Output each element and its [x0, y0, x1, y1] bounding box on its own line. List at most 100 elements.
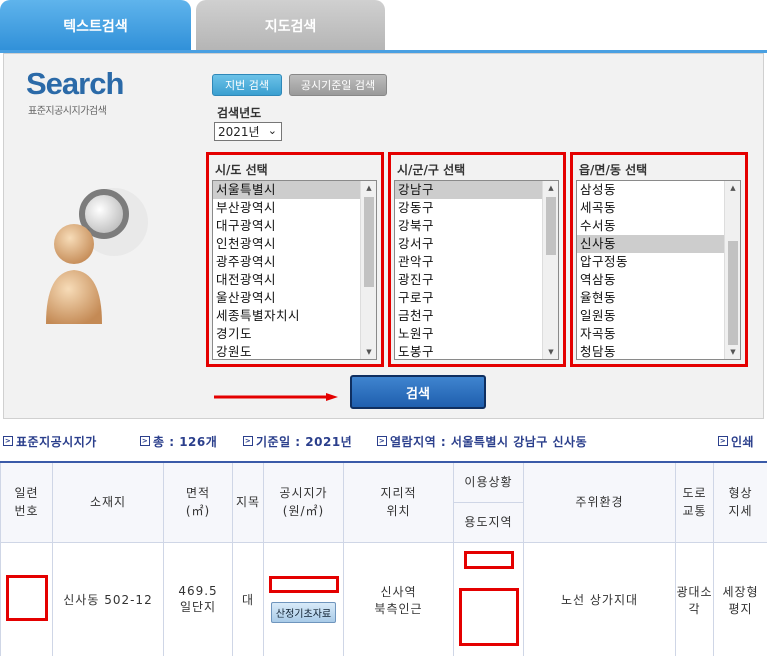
calc-basis-button[interactable]: 산정기초자료: [270, 602, 337, 623]
parcel-search-button[interactable]: 지번 검색: [212, 74, 282, 96]
list-item[interactable]: 도봉구: [395, 343, 558, 359]
search-year-select[interactable]: 2021년 ⌄: [214, 122, 282, 141]
cell-address: 신사동 502-12: [52, 541, 164, 656]
scrollbar-thumb[interactable]: [546, 197, 556, 255]
list-item[interactable]: 강서구: [395, 235, 558, 253]
list-item[interactable]: 일원동: [577, 307, 740, 325]
sigungu-select-title: 시/군/구 선택: [397, 163, 466, 177]
list-item[interactable]: 자곡동: [577, 325, 740, 343]
list-item[interactable]: 압구정동: [577, 253, 740, 271]
cell-surroundings: 노선 상가지대: [523, 541, 676, 656]
list-item[interactable]: 강동구: [395, 199, 558, 217]
search-year-value: 2021년: [218, 125, 260, 139]
tab-map-search[interactable]: 지도검색: [196, 0, 385, 52]
cell-serial: [0, 541, 53, 656]
list-item[interactable]: 신사동: [577, 235, 740, 253]
info-total: > 총 : 126개: [140, 434, 218, 449]
redacted-box: [5, 575, 48, 621]
red-arrow-icon: [214, 393, 338, 401]
cell-price: 산정기초자료: [263, 541, 344, 656]
list-item[interactable]: 대구광역시: [213, 217, 376, 235]
list-item[interactable]: 역삼동: [577, 271, 740, 289]
header-category: 지목: [232, 461, 264, 543]
chevron-right-icon: >: [243, 436, 253, 446]
info-region: > 열람지역 : 서울특별시 강남구 신사동: [377, 434, 588, 449]
header-address: 소재지: [52, 461, 164, 543]
search-button[interactable]: 검색: [350, 375, 486, 409]
scrollbar[interactable]: ▲ ▼: [360, 181, 376, 359]
cell-area: 469.5 일단지: [163, 541, 233, 656]
header-shape: 형상 지세: [713, 461, 767, 543]
print-link[interactable]: > 인쇄: [718, 433, 754, 449]
scroll-down-icon[interactable]: ▼: [361, 345, 376, 359]
list-item[interactable]: 세곡동: [577, 199, 740, 217]
sigungu-select-box: 시/군/구 선택 강남구 강동구 강북구 강서구 관악구 광진구 구로구 금천구…: [388, 152, 566, 367]
redacted-box: [458, 587, 519, 646]
chevron-right-icon: >: [3, 436, 13, 446]
header-zone: 용도지역: [453, 501, 524, 543]
sido-select-title: 시/도 선택: [215, 163, 268, 177]
cell-location: 신사역 북측인근: [343, 541, 454, 656]
scroll-up-icon[interactable]: ▲: [543, 181, 558, 195]
scroll-down-icon[interactable]: ▼: [543, 345, 558, 359]
chevron-right-icon: >: [140, 436, 150, 446]
header-serial: 일련 번호: [0, 461, 53, 543]
sido-select-box: 시/도 선택 서울특별시 부산광역시 대구광역시 인천광역시 광주광역시 대전광…: [206, 152, 384, 367]
eupmyeondong-listbox[interactable]: 삼성동 세곡동 수서동 신사동 압구정동 역삼동 율현동 일원동 자곡동 청담동…: [576, 180, 741, 360]
cell-category: 대: [232, 541, 264, 656]
header-price: 공시지가 (원/㎡): [263, 461, 344, 543]
info-base-date: > 기준일 : 2021년: [243, 434, 353, 449]
list-item[interactable]: 청담동: [577, 343, 740, 359]
scrollbar-thumb[interactable]: [364, 197, 374, 287]
eupmyeondong-select-title: 읍/면/동 선택: [579, 163, 648, 177]
scroll-up-icon[interactable]: ▲: [361, 181, 376, 195]
cell-road: 광대소각: [675, 541, 714, 656]
search-year-label: 검색년도: [217, 106, 262, 120]
header-usage: 이용상황: [453, 461, 524, 503]
list-item[interactable]: 강북구: [395, 217, 558, 235]
eupmyeondong-select-box: 읍/면/동 선택 삼성동 세곡동 수서동 신사동 압구정동 역삼동 율현동 일원…: [570, 152, 748, 367]
redacted-box: [268, 576, 339, 593]
sido-listbox[interactable]: 서울특별시 부산광역시 대구광역시 인천광역시 광주광역시 대전광역시 울산광역…: [212, 180, 377, 360]
list-item[interactable]: 울산광역시: [213, 289, 376, 307]
list-item[interactable]: 강원도: [213, 343, 376, 359]
list-item[interactable]: 강남구: [395, 181, 558, 199]
list-item[interactable]: 경기도: [213, 325, 376, 343]
header-road: 도로 교통: [675, 461, 714, 543]
list-item[interactable]: 광주광역시: [213, 253, 376, 271]
scrollbar[interactable]: ▲ ▼: [724, 181, 740, 359]
land-price-table: 일련 번호 소재지 면적 (㎡) 지목 공시지가 (원/㎡) 지리적 위치 이용…: [0, 461, 767, 656]
header-surroundings: 주위환경: [523, 461, 676, 543]
header-location: 지리적 위치: [343, 461, 454, 543]
list-item[interactable]: 금천구: [395, 307, 558, 325]
header-area: 면적 (㎡): [163, 461, 233, 543]
list-item[interactable]: 부산광역시: [213, 199, 376, 217]
scroll-up-icon[interactable]: ▲: [725, 181, 740, 195]
list-item[interactable]: 세종특별자치시: [213, 307, 376, 325]
cell-usage-zone: [453, 541, 524, 656]
tab-text-search[interactable]: 텍스트검색: [0, 0, 191, 52]
list-item[interactable]: 율현동: [577, 289, 740, 307]
info-title: > 표준지공시지가: [3, 434, 97, 449]
redacted-box: [463, 550, 514, 569]
base-date-search-button[interactable]: 공시기준일 검색: [289, 74, 387, 96]
chevron-down-icon: ⌄: [267, 124, 277, 137]
search-logo: Search: [26, 66, 124, 101]
search-logo-subtitle: 표준지공시지가검색: [28, 106, 107, 117]
sigungu-listbox[interactable]: 강남구 강동구 강북구 강서구 관악구 광진구 구로구 금천구 노원구 도봉구 …: [394, 180, 559, 360]
cell-shape: 세장형 평지: [713, 541, 767, 656]
list-item[interactable]: 인천광역시: [213, 235, 376, 253]
list-item[interactable]: 관악구: [395, 253, 558, 271]
list-item[interactable]: 구로구: [395, 289, 558, 307]
list-item[interactable]: 서울특별시: [213, 181, 376, 199]
list-item[interactable]: 노원구: [395, 325, 558, 343]
list-item[interactable]: 대전광역시: [213, 271, 376, 289]
scroll-down-icon[interactable]: ▼: [725, 345, 740, 359]
search-panel: Search 표준지공시지가검색 지번 검색 공시기준일 검색 검색년도 202…: [3, 53, 764, 419]
list-item[interactable]: 수서동: [577, 217, 740, 235]
scrollbar[interactable]: ▲ ▼: [542, 181, 558, 359]
scrollbar-thumb[interactable]: [728, 241, 738, 345]
list-item[interactable]: 광진구: [395, 271, 558, 289]
chevron-right-icon: >: [377, 436, 387, 446]
list-item[interactable]: 삼성동: [577, 181, 740, 199]
